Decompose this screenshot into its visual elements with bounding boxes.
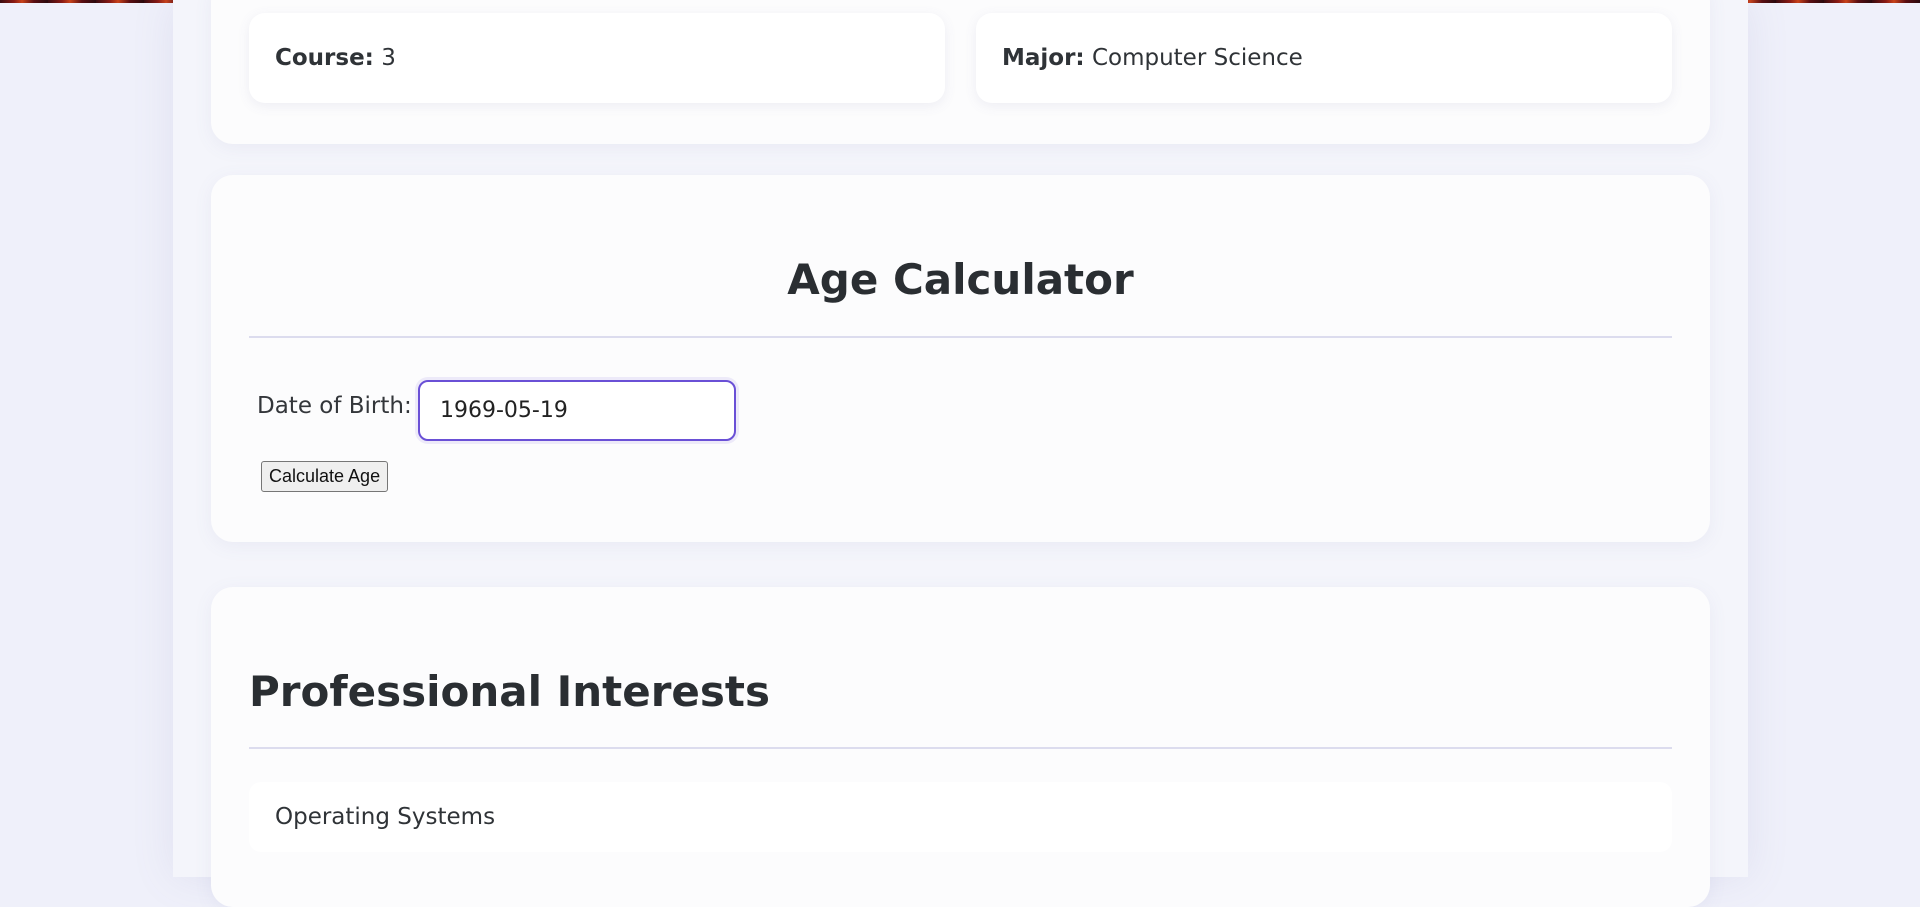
interest-item: Operating Systems (249, 782, 1672, 852)
section-divider (249, 747, 1672, 749)
age-calculator-title: Age Calculator (787, 255, 1134, 304)
course-card: Course: 3 (249, 13, 945, 103)
professional-interests-panel: Professional Interests Operating Systems (211, 587, 1710, 907)
major-card: Major: Computer Science (976, 13, 1672, 103)
interests-title: Professional Interests (249, 667, 770, 716)
major-label: Major: (1002, 45, 1085, 71)
page-container: Course: 3 Major: Computer Science Age Ca… (173, 0, 1748, 907)
calculate-age-button[interactable]: Calculate Age (261, 461, 389, 492)
course-value: 3 (381, 45, 396, 71)
age-calculator-panel: Age Calculator Date of Birth: Calculate … (211, 175, 1710, 542)
major-value: Computer Science (1091, 45, 1303, 71)
student-info-panel: Course: 3 Major: Computer Science (211, 0, 1710, 144)
section-divider (249, 336, 1672, 338)
dob-input[interactable] (418, 380, 736, 441)
dob-label: Date of Birth: (257, 393, 412, 419)
course-label: Course: (275, 45, 374, 71)
